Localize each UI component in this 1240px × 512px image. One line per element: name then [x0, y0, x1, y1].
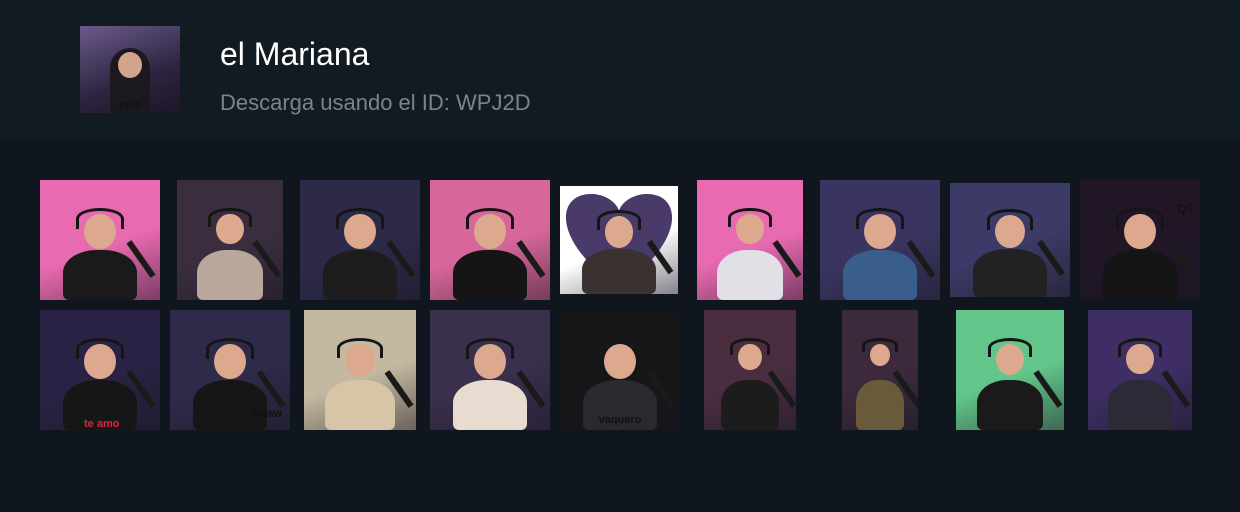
emote-thumbnail[interactable]: te amo: [40, 310, 160, 430]
emote-figure-body: [192, 379, 268, 430]
emote-figure-body: [972, 249, 1048, 297]
headphones-icon: [76, 337, 124, 360]
headphones-icon: [862, 337, 898, 353]
emote-grid: Q? te amo wuaw vaquero: [0, 141, 1240, 512]
download-id-text: Descarga usando el ID: WPJ2D: [220, 90, 531, 115]
emote-thumbnail[interactable]: wuaw: [170, 310, 290, 430]
emote-thumbnail[interactable]: [40, 180, 160, 300]
headphones-icon: [76, 207, 124, 230]
emote-figure-body: [325, 379, 395, 430]
emote-thumbnail[interactable]: [956, 310, 1064, 430]
emote-figure-body: [62, 249, 138, 300]
headphones-icon: [728, 207, 772, 228]
avatar-caption: puto: [119, 100, 141, 111]
emote-caption: vaquero: [598, 414, 642, 426]
headphones-icon: [337, 337, 383, 359]
emote-caption: te amo: [84, 418, 120, 430]
emote-thumbnail[interactable]: [304, 310, 416, 430]
avatar-face: [118, 52, 142, 78]
emote-thumbnail[interactable]: [430, 310, 550, 430]
emote-thumbnail[interactable]: [842, 310, 918, 430]
headphones-icon: [336, 207, 384, 230]
emote-caption: Q?: [1177, 202, 1194, 216]
emote-thumbnail[interactable]: Q?: [1080, 180, 1200, 300]
emote-figure-body: [721, 379, 779, 430]
emote-figure-body: [452, 249, 528, 300]
emote-figure-body: [1107, 379, 1173, 430]
emote-figure-body: [856, 379, 904, 430]
emote-figure-body: [976, 379, 1044, 430]
headphones-icon: [596, 337, 644, 360]
profile-avatar: puto: [80, 26, 180, 113]
emote-thumbnail[interactable]: [430, 180, 550, 300]
emote-thumbnail[interactable]: [820, 180, 940, 300]
emote-figure-body: [1102, 249, 1178, 300]
headphones-icon: [987, 208, 1033, 230]
emote-figure-body: [582, 248, 656, 294]
headphones-icon: [1118, 337, 1162, 357]
headphones-icon: [466, 207, 514, 230]
headphones-icon: [206, 337, 254, 360]
headphones-icon: [208, 207, 252, 228]
headphones-icon: [987, 337, 1033, 358]
emote-thumbnail[interactable]: [177, 180, 283, 300]
emote-thumbnail[interactable]: vaquero: [560, 310, 680, 430]
emote-figure-body: [322, 249, 398, 300]
headphones-icon: [856, 207, 904, 230]
headphones-icon: [730, 337, 770, 355]
headphones-icon: [466, 337, 514, 360]
emote-caption: wuaw: [252, 408, 282, 420]
profile-name: el Mariana: [220, 36, 370, 72]
emote-thumbnail[interactable]: [1088, 310, 1192, 430]
emote-figure-body: [452, 379, 528, 430]
emote-thumbnail[interactable]: [950, 183, 1070, 297]
emote-thumbnail[interactable]: [300, 180, 420, 300]
emote-thumbnail[interactable]: [697, 180, 803, 300]
emote-figure-body: [842, 249, 918, 300]
profile-header: puto el Mariana Descarga usando el ID: W…: [0, 0, 1240, 141]
emote-thumbnail[interactable]: [560, 186, 678, 294]
emote-figure-body: [717, 249, 783, 300]
emote-figure-body: [197, 249, 263, 300]
headphones-icon: [596, 210, 642, 231]
emote-thumbnail[interactable]: [704, 310, 796, 430]
